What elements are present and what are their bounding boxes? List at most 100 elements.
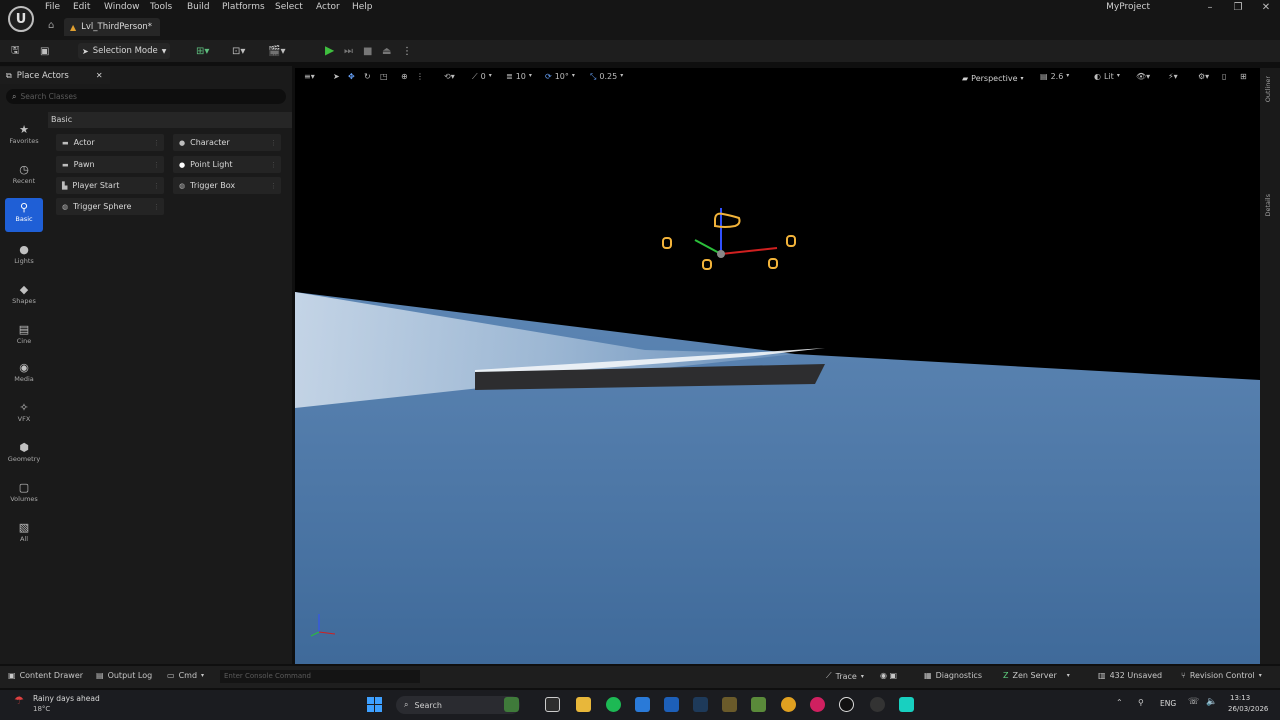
record-icon[interactable]: ◉ ▣ xyxy=(880,671,897,680)
level-viewport[interactable] xyxy=(295,68,1260,664)
maximize-viewport-icon[interactable]: ⊞ xyxy=(1240,72,1247,81)
menu-file[interactable]: File xyxy=(45,2,60,12)
layout-icon[interactable]: ▯ xyxy=(1222,72,1226,81)
clock-date[interactable]: 26/03/2026 xyxy=(1228,705,1268,713)
category-recent[interactable]: ◷ Recent xyxy=(5,160,43,194)
content-browser-icon[interactable]: ▣ xyxy=(40,44,49,58)
close-button[interactable]: ✕ xyxy=(1252,0,1280,16)
task-view-icon[interactable] xyxy=(545,697,560,712)
world-space-icon[interactable]: ⊕ xyxy=(401,72,408,81)
windows-start-icon[interactable] xyxy=(367,697,382,712)
category-favorites[interactable]: ★ Favorites xyxy=(5,120,43,154)
selection-mode-dropdown[interactable]: ➤ Selection Mode ▼ xyxy=(78,43,171,59)
zen-server-dropdown[interactable]: Z Zen Server ▾ xyxy=(1003,671,1070,680)
more-vp-icon[interactable]: ⋮ xyxy=(416,72,424,81)
add-actor-icon[interactable]: ⊞▾ xyxy=(196,44,209,58)
actor-item-trigger-sphere[interactable]: ◍ Trigger Sphere ⋮ xyxy=(56,198,164,215)
diagnostics-button[interactable]: ▦ Diagnostics xyxy=(924,671,982,680)
category-lights[interactable]: ● Lights xyxy=(5,240,43,274)
weather-icon[interactable]: ☂ xyxy=(14,694,24,707)
lit-dropdown[interactable]: ◐ Lit ▾ xyxy=(1094,72,1120,81)
menu-actor[interactable]: Actor xyxy=(316,2,340,12)
actor-item-pawn[interactable]: ▬ Pawn ⋮ xyxy=(56,156,164,173)
output-log-button[interactable]: ▤ Output Log xyxy=(96,671,152,680)
revision-control-dropdown[interactable]: ⑂ Revision Control ▾ xyxy=(1181,671,1262,680)
menu-edit[interactable]: Edit xyxy=(73,2,90,12)
actor-item-trigger-box[interactable]: ◍ Trigger Box ⋮ xyxy=(173,177,281,194)
taskbar-search[interactable]: ⌕ Search xyxy=(396,696,520,714)
select-tool-icon[interactable]: ➤ xyxy=(333,72,340,81)
stop-icon[interactable]: ■ xyxy=(363,44,372,58)
cinematics-icon[interactable]: 🎬▾ xyxy=(268,44,285,58)
search-classes-input[interactable]: ⌕ Search Classes xyxy=(6,89,286,104)
surface-snap-icon[interactable]: ⟲▾ xyxy=(444,72,455,81)
app-icon-teal[interactable] xyxy=(899,697,914,712)
scale-tool-icon[interactable]: ◳ xyxy=(380,72,388,81)
rotation-snap-control[interactable]: ⟳ 10° ▾ xyxy=(545,72,575,81)
tab-place-actors[interactable]: ⧉ Place Actors ✕ xyxy=(0,67,110,84)
minecraft-icon[interactable] xyxy=(751,697,766,712)
save-icon[interactable]: 🖫 xyxy=(11,44,20,58)
category-basic[interactable]: ⚲ Basic xyxy=(5,198,43,232)
level-tab[interactable]: ▲ Lvl_ThirdPerson* xyxy=(64,18,160,36)
category-vfx[interactable]: ✧ VFX xyxy=(5,398,43,432)
language-indicator[interactable]: ENG xyxy=(1160,699,1176,708)
viewport-menu-icon[interactable]: ≡▾ xyxy=(304,72,315,81)
maximize-button[interactable]: ❐ xyxy=(1224,0,1252,16)
menu-window[interactable]: Window xyxy=(104,2,140,12)
app-icon-pink[interactable] xyxy=(810,697,825,712)
weather-text[interactable]: Rainy days ahead xyxy=(33,694,100,703)
chrome-icon[interactable] xyxy=(781,697,796,712)
network-icon[interactable]: ☏ xyxy=(1188,697,1199,707)
actor-item-player-start[interactable]: ▙ Player Start ⋮ xyxy=(56,177,164,194)
minimize-button[interactable]: – xyxy=(1196,0,1224,16)
angle-snap-control[interactable]: ⟋ 0 ▾ xyxy=(472,72,492,82)
grid-snap-control[interactable]: ≣ 10 ▾ xyxy=(506,72,532,81)
tray-mic-icon[interactable]: ⚲ xyxy=(1138,698,1144,707)
console-input[interactable]: Enter Console Command xyxy=(220,670,420,683)
app-icon-record[interactable] xyxy=(870,697,885,712)
category-all[interactable]: ▧ All xyxy=(5,518,43,552)
app-icon-brown[interactable] xyxy=(722,697,737,712)
rotate-tool-icon[interactable]: ↻ xyxy=(364,72,371,81)
volume-icon[interactable]: 🔈 xyxy=(1206,697,1217,707)
unreal-logo[interactable]: U xyxy=(8,6,34,32)
actor-item-character[interactable]: ● Character ⋮ xyxy=(173,134,281,151)
actor-item-point-light[interactable]: ● Point Light ⋮ xyxy=(173,156,281,173)
category-media[interactable]: ◉ Media xyxy=(5,358,43,392)
unreal-taskbar-icon[interactable] xyxy=(839,697,854,712)
home-icon[interactable]: ⌂ xyxy=(48,20,54,31)
move-tool-icon[interactable]: ✥ xyxy=(348,72,355,81)
perspective-dropdown[interactable]: ▰ Perspective ▾ xyxy=(962,71,1024,85)
file-explorer-icon[interactable] xyxy=(576,697,591,712)
app-icon-blue[interactable] xyxy=(635,697,650,712)
content-drawer-button[interactable]: ▣ Content Drawer xyxy=(8,671,83,680)
trace-dropdown[interactable]: ⟋ Trace ▾ xyxy=(826,671,864,681)
performance-icon[interactable]: ⚡▾ xyxy=(1168,72,1178,81)
eject-icon[interactable]: ⏏ xyxy=(382,44,391,58)
store-icon[interactable] xyxy=(664,697,679,712)
menu-build[interactable]: Build xyxy=(187,2,210,12)
tray-chevron-icon[interactable]: ⌃ xyxy=(1116,698,1123,707)
actor-item-actor[interactable]: ▬ Actor ⋮ xyxy=(56,134,164,151)
menu-select[interactable]: Select xyxy=(275,2,303,12)
category-geometry[interactable]: ⬢ Geometry xyxy=(5,438,43,472)
category-cine[interactable]: ▤ Cine xyxy=(5,320,43,354)
play-button[interactable]: ▶ xyxy=(325,43,334,57)
show-flags-icon[interactable]: 👁▾ xyxy=(1136,72,1150,81)
menu-tools[interactable]: Tools xyxy=(150,2,172,12)
tab-details[interactable]: Details xyxy=(1264,194,1272,217)
clock-time[interactable]: 13:13 xyxy=(1230,694,1250,702)
settings-icon[interactable]: ⚙▾ xyxy=(1198,72,1209,81)
category-shapes[interactable]: ◆ Shapes xyxy=(5,280,43,314)
menu-help[interactable]: Help xyxy=(352,2,373,12)
step-icon[interactable]: ⏭ xyxy=(344,44,353,58)
scale-snap-control[interactable]: ⤡ 0.25 ▾ xyxy=(590,72,623,82)
menu-platforms[interactable]: Platforms xyxy=(222,2,265,12)
close-icon[interactable]: ✕ xyxy=(96,71,103,80)
camera-speed-control[interactable]: ▤ 2.6 ▾ xyxy=(1040,72,1069,81)
spotify-icon[interactable] xyxy=(606,697,621,712)
category-volumes[interactable]: ▢ Volumes xyxy=(5,478,43,512)
more-options-icon[interactable]: ⋮ xyxy=(402,44,412,58)
cmd-dropdown[interactable]: ▭ Cmd ▾ xyxy=(167,671,204,680)
